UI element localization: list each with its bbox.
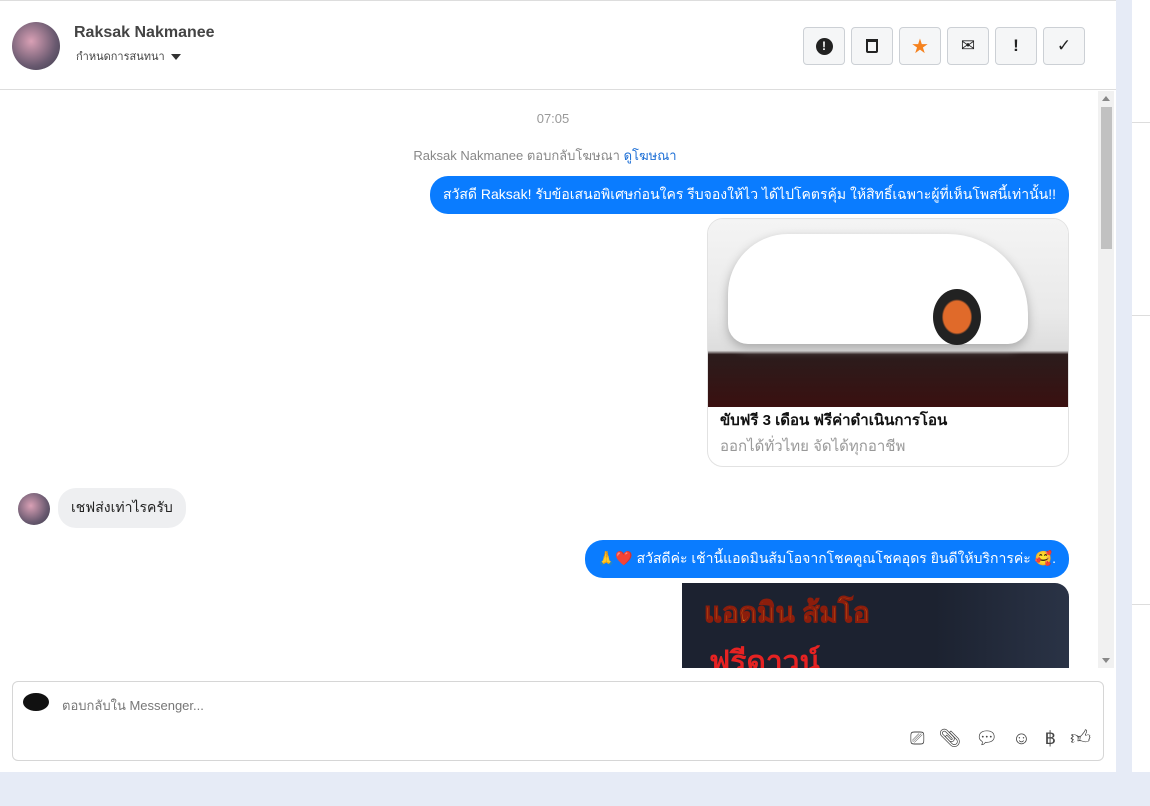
star-button[interactable]: ★: [899, 27, 941, 65]
image-lettering: ฟรีดาวน์: [709, 646, 821, 668]
ad-title: ขับฟรี 3 เดือน ฟรีค่าดำเนินการโอน: [720, 412, 948, 429]
reply-composer[interactable]: ตอบกลับใน Messenger... ⎚ 📎︎ 💬︎ ☺ ฿ 👍︎: [12, 681, 1104, 761]
mark-done-button[interactable]: ✓: [1043, 27, 1085, 65]
outgoing-message: สวัสดี Raksak! รับข้อเสนอพิเศษก่อนใคร รี…: [429, 176, 1069, 214]
caret-down-icon: [170, 54, 181, 61]
saved-reply-icon[interactable]: ⎚: [910, 728, 924, 749]
conversation-header: Raksak Nakmanee กำหนดการสนทนา ! ★ ✉ ! ✓: [0, 1, 1116, 90]
details-panel: [1132, 0, 1150, 772]
reply-input[interactable]: ตอบกลับใน Messenger...: [62, 695, 204, 716]
follow-up-button[interactable]: !: [995, 27, 1037, 65]
system-message: Raksak Nakmanee ตอบกลับโฆษณา ดูโฆษณา: [0, 145, 1090, 166]
ad-card[interactable]: ขับฟรี 3 เดือน ฟรีค่าดำเนินการโอน ออกได้…: [707, 218, 1069, 467]
thumbs-up-icon[interactable]: 👍︎: [1070, 726, 1091, 750]
conversation-settings-label: กำหนดการสนทนา: [76, 51, 165, 63]
check-icon: ✓: [1056, 36, 1072, 55]
image-lettering: แอดมิน ส้มโอ: [704, 597, 871, 629]
page-avatar: [23, 693, 49, 711]
toolbar: ! ★ ✉ ! ✓: [803, 27, 1085, 65]
view-ad-link[interactable]: ดูโฆษณา: [624, 148, 677, 163]
trash-icon: [866, 39, 878, 53]
system-text: Raksak Nakmanee ตอบกลับโฆษณา: [413, 148, 620, 163]
emoji-icon[interactable]: ☺: [1012, 728, 1030, 749]
incoming-message: เชฟส่งเท่าไรครับ: [58, 488, 186, 528]
baht-icon[interactable]: ฿: [1045, 728, 1056, 749]
conversation-panel: Raksak Nakmanee กำหนดการสนทนา ! ★ ✉ ! ✓ …: [0, 0, 1116, 772]
chat-bubble-icon[interactable]: 💬︎: [975, 728, 998, 749]
star-icon: ★: [911, 35, 929, 58]
mark-spam-button[interactable]: !: [803, 27, 845, 65]
ad-subtitle: ออกได้ทั่วไทย จัดได้ทุกอาชีพ: [720, 438, 906, 455]
scrollbar[interactable]: [1098, 91, 1114, 668]
timestamp: 07:05: [536, 111, 570, 126]
contact-avatar: [18, 493, 50, 525]
attached-image[interactable]: แอดมิน ส้มโอฟรีดาวน์: [619, 583, 1069, 668]
avatar[interactable]: [12, 22, 60, 70]
attachment-icon[interactable]: 📎︎: [939, 728, 962, 749]
outgoing-message: 🙏❤️ สวัสดีค่ะ เช้านี้แอดมินส้มโอจากโชคคู…: [584, 540, 1069, 578]
alert-circle-icon: !: [815, 37, 833, 55]
ad-image: [708, 219, 1068, 407]
message-list: 07:05 Raksak Nakmanee ตอบกลับโฆษณา ดูโฆษ…: [0, 91, 1116, 668]
exclamation-icon: !: [1013, 36, 1019, 55]
envelope-icon: ✉: [960, 36, 976, 55]
delete-button[interactable]: [851, 27, 893, 65]
mark-unread-button[interactable]: ✉: [947, 27, 989, 65]
conversation-settings-dropdown[interactable]: กำหนดการสนทนา: [76, 47, 181, 65]
contact-name[interactable]: Raksak Nakmanee: [74, 24, 215, 42]
